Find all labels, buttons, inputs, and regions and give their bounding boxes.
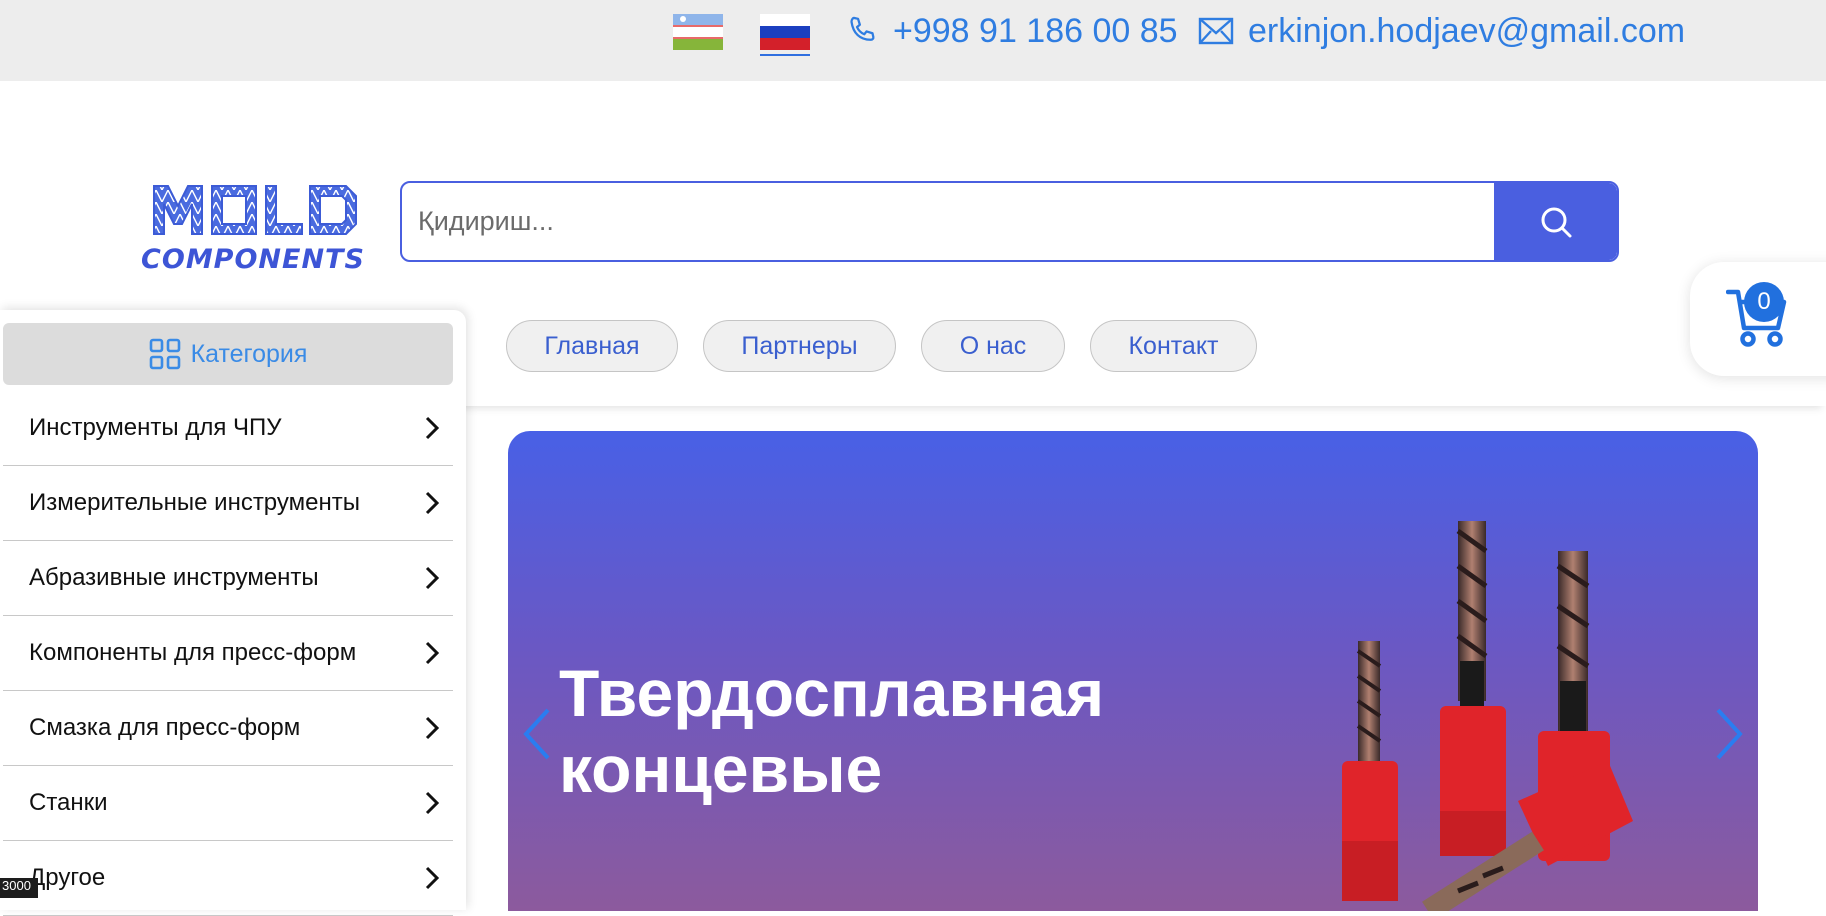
category-sidebar: Категория Инструменты для ЧПУ Измеритель… — [0, 310, 466, 916]
corner-tag: 3000 — [0, 878, 38, 898]
russia-flag-button[interactable] — [760, 14, 810, 56]
sidebar-item-mold-components[interactable]: Компоненты для пресс-форм — [3, 616, 453, 691]
chevron-right-icon — [1716, 708, 1743, 760]
mail-icon — [1198, 17, 1234, 45]
carousel-prev-button[interactable] — [520, 706, 552, 767]
chevron-right-icon — [425, 641, 440, 665]
chevron-right-icon — [425, 866, 440, 890]
search-bar — [400, 181, 1619, 262]
sidebar-item-label: Другое — [29, 864, 106, 891]
sidebar-item-measuring-tools[interactable]: Измерительные инструменты — [3, 466, 453, 541]
sidebar-item-label: Измерительные инструменты — [29, 489, 360, 516]
sidebar-item-label: Станки — [29, 789, 108, 816]
phone-number: +998 91 186 00 85 — [893, 11, 1178, 50]
uzbekistan-flag-icon — [673, 14, 723, 50]
mold-components-logo[interactable]: COMPONENTS — [138, 178, 368, 275]
uzbekistan-flag-button[interactable] — [673, 14, 723, 50]
sidebar-item-label: Абразивные инструменты — [29, 564, 319, 591]
banner-title-line: Твердосплавная — [559, 656, 1105, 730]
grid-icon — [149, 338, 180, 370]
category-header[interactable]: Категория — [3, 323, 453, 385]
chevron-left-icon — [523, 708, 550, 760]
hero-banner: Твердосплавная концевые — [508, 431, 1758, 911]
nav-partners[interactable]: Партнеры — [703, 320, 896, 372]
sidebar-item-abrasive-tools[interactable]: Абразивные инструменты — [3, 541, 453, 616]
nav-contact[interactable]: Контакт — [1090, 320, 1257, 372]
chevron-right-icon — [425, 791, 440, 815]
chevron-right-icon — [425, 716, 440, 740]
banner-title: Твердосплавная концевые — [559, 655, 1159, 807]
end-mill-tools-image — [1342, 521, 1633, 911]
sidebar-item-other[interactable]: Другое — [3, 841, 453, 916]
logo-graphic: COMPONENTS — [141, 185, 365, 275]
sidebar-item-label: Компоненты для пресс-форм — [29, 639, 357, 666]
sidebar-item-label: Инструменты для ЧПУ — [29, 414, 282, 441]
category-header-label: Категория — [190, 339, 308, 368]
banner-title-line: концевые — [559, 732, 883, 806]
chevron-right-icon — [425, 416, 440, 440]
phone-icon — [850, 16, 875, 41]
nav-about[interactable]: О нас — [921, 320, 1065, 372]
carousel-next-button[interactable] — [1714, 706, 1746, 767]
sidebar-item-machines[interactable]: Станки — [3, 766, 453, 841]
sidebar-item-label: Смазка для пресс-форм — [29, 714, 301, 741]
chevron-right-icon — [425, 566, 440, 590]
email-link[interactable]: erkinjon.hodjaev@gmail.com — [1198, 10, 1685, 52]
cart-count-badge: 0 — [1744, 282, 1784, 322]
russia-flag-icon — [760, 14, 810, 50]
cart-button[interactable]: 0 — [1690, 262, 1826, 376]
sidebar-item-cnc-tools[interactable]: Инструменты для ЧПУ — [3, 391, 453, 466]
phone-link[interactable]: +998 91 186 00 85 — [845, 10, 1178, 52]
svg-text:COMPONENTS: COMPONENTS — [141, 244, 365, 274]
chevron-right-icon — [425, 491, 440, 515]
email-address: erkinjon.hodjaev@gmail.com — [1248, 11, 1686, 50]
nav-home[interactable]: Главная — [506, 320, 678, 372]
search-button[interactable] — [1494, 183, 1617, 260]
top-bar: +998 91 186 00 85 erkinjon.hodjaev@gmail… — [0, 0, 1826, 81]
search-icon — [1541, 207, 1571, 237]
search-input[interactable] — [402, 183, 1494, 260]
sidebar-item-mold-lubricant[interactable]: Смазка для пресс-форм — [3, 691, 453, 766]
